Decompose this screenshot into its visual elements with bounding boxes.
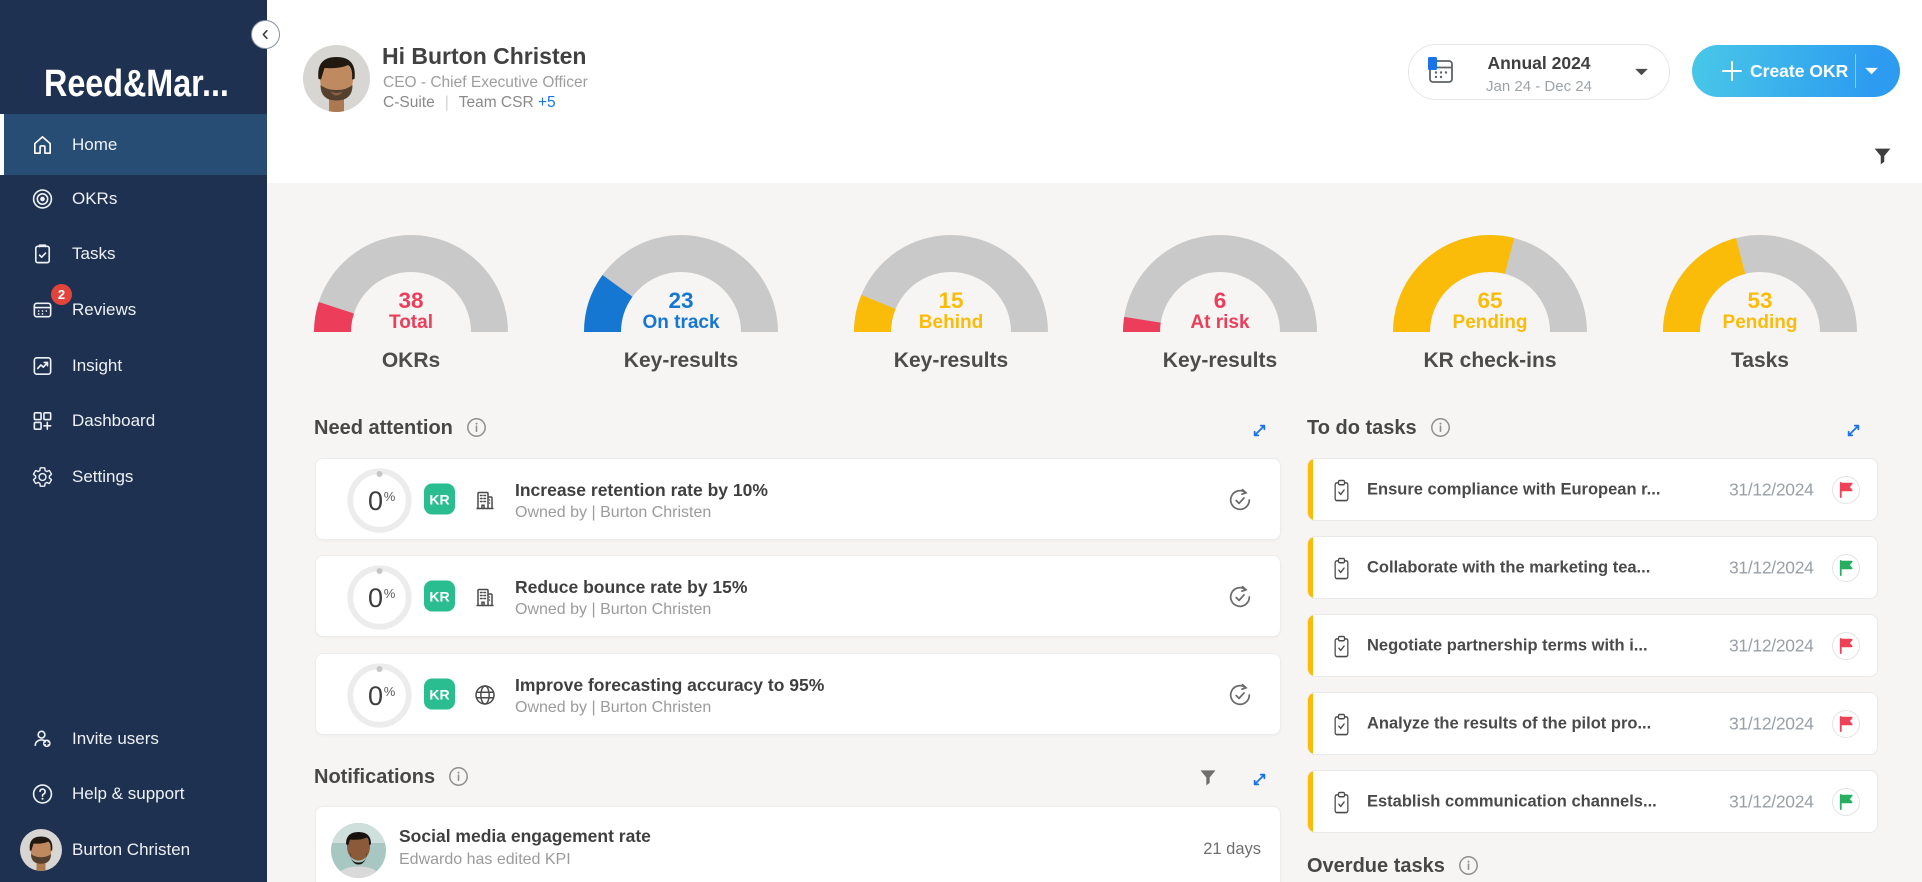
svg-text:%: % xyxy=(384,489,396,504)
svg-text:%: % xyxy=(384,586,396,601)
svg-text:0: 0 xyxy=(368,486,383,516)
svg-text:0: 0 xyxy=(368,583,383,613)
svg-text:%: % xyxy=(384,684,396,699)
svg-text:0: 0 xyxy=(368,681,383,711)
